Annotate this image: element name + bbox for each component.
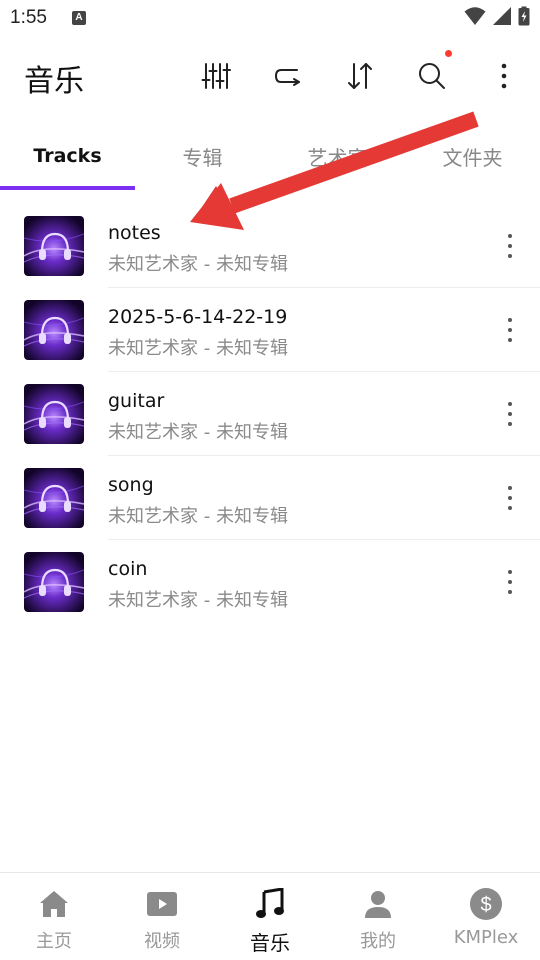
app-bar: 音乐 [0,44,540,108]
tab-bar: Tracks 专辑 艺术家 文件夹 [0,128,540,192]
wifi-icon [464,7,486,25]
nav-video[interactable]: 视频 [108,873,216,960]
album-art [24,552,84,612]
battery-icon [518,6,530,26]
track-subtitle: 未知艺术家 - 未知专辑 [108,422,288,443]
track-subtitle: 未知艺术家 - 未知专辑 [108,338,288,359]
track-more-button[interactable] [498,484,522,512]
status-time: 1:55 [10,7,47,28]
svg-text:$: $ [480,894,491,916]
track-more-button[interactable] [498,232,522,260]
track-subtitle: 未知艺术家 - 未知专辑 [108,506,288,527]
person-icon [365,891,391,918]
sort-icon [348,63,372,89]
home-icon [40,891,68,917]
nav-label: KMPlex [453,927,519,948]
track-list: notes 未知艺术家 - 未知专辑 2025-5-6-14-22-19 未知艺… [0,204,540,624]
overflow-menu-button[interactable] [486,58,522,94]
track-subtitle: 未知艺术家 - 未知专辑 [108,590,288,611]
track-row[interactable]: coin 未知艺术家 - 未知专辑 [0,540,540,624]
notification-dot [445,50,452,57]
more-vertical-icon [501,63,507,89]
track-title: 2025-5-6-14-22-19 [108,306,288,328]
album-art [24,384,84,444]
music-note-icon [256,888,284,918]
track-row[interactable]: 2025-5-6-14-22-19 未知艺术家 - 未知专辑 [0,288,540,372]
app-bar-actions [198,50,522,94]
page-title: 音乐 [24,64,84,99]
dollar-circle-icon: $ [470,888,502,920]
album-art [24,300,84,360]
repeat-button[interactable] [270,58,306,94]
equalizer-icon [201,63,231,89]
track-title: guitar [108,390,165,412]
album-art [24,216,84,276]
equalizer-button[interactable] [198,58,234,94]
track-more-button[interactable] [498,400,522,428]
notification-app-icon: A [72,11,86,25]
tab-artists[interactable]: 艺术家 [270,128,405,184]
status-bar: 1:55 A [0,0,540,36]
track-row[interactable]: guitar 未知艺术家 - 未知专辑 [0,372,540,456]
tab-tracks[interactable]: Tracks [0,128,135,184]
nav-home[interactable]: 主页 [0,873,108,960]
album-art [24,468,84,528]
track-row[interactable]: notes 未知艺术家 - 未知专辑 [0,204,540,288]
nav-label: 音乐 [250,931,290,955]
nav-music[interactable]: 音乐 [216,873,324,960]
nav-label: 视频 [144,931,180,952]
signal-icon [493,7,511,25]
search-icon [419,63,445,89]
track-more-button[interactable] [498,568,522,596]
nav-label: 主页 [36,931,72,952]
nav-kmplex[interactable]: $ KMPlex [432,873,540,960]
tab-folders[interactable]: 文件夹 [405,128,540,184]
nav-label: 我的 [360,931,396,952]
status-icons [464,6,530,26]
bottom-navigation: 主页 视频 音乐 我的 $ KMPlex [0,872,540,960]
track-title: notes [108,222,161,244]
track-title: song [108,474,154,496]
tab-indicator [0,186,135,190]
tab-albums[interactable]: 专辑 [135,128,270,184]
repeat-icon [275,69,300,86]
nav-profile[interactable]: 我的 [324,873,432,960]
track-row[interactable]: song 未知艺术家 - 未知专辑 [0,456,540,540]
search-button[interactable] [414,50,452,94]
video-icon [147,892,177,916]
track-subtitle: 未知艺术家 - 未知专辑 [108,254,288,275]
track-more-button[interactable] [498,316,522,344]
track-title: coin [108,558,148,580]
sort-button[interactable] [342,58,378,94]
